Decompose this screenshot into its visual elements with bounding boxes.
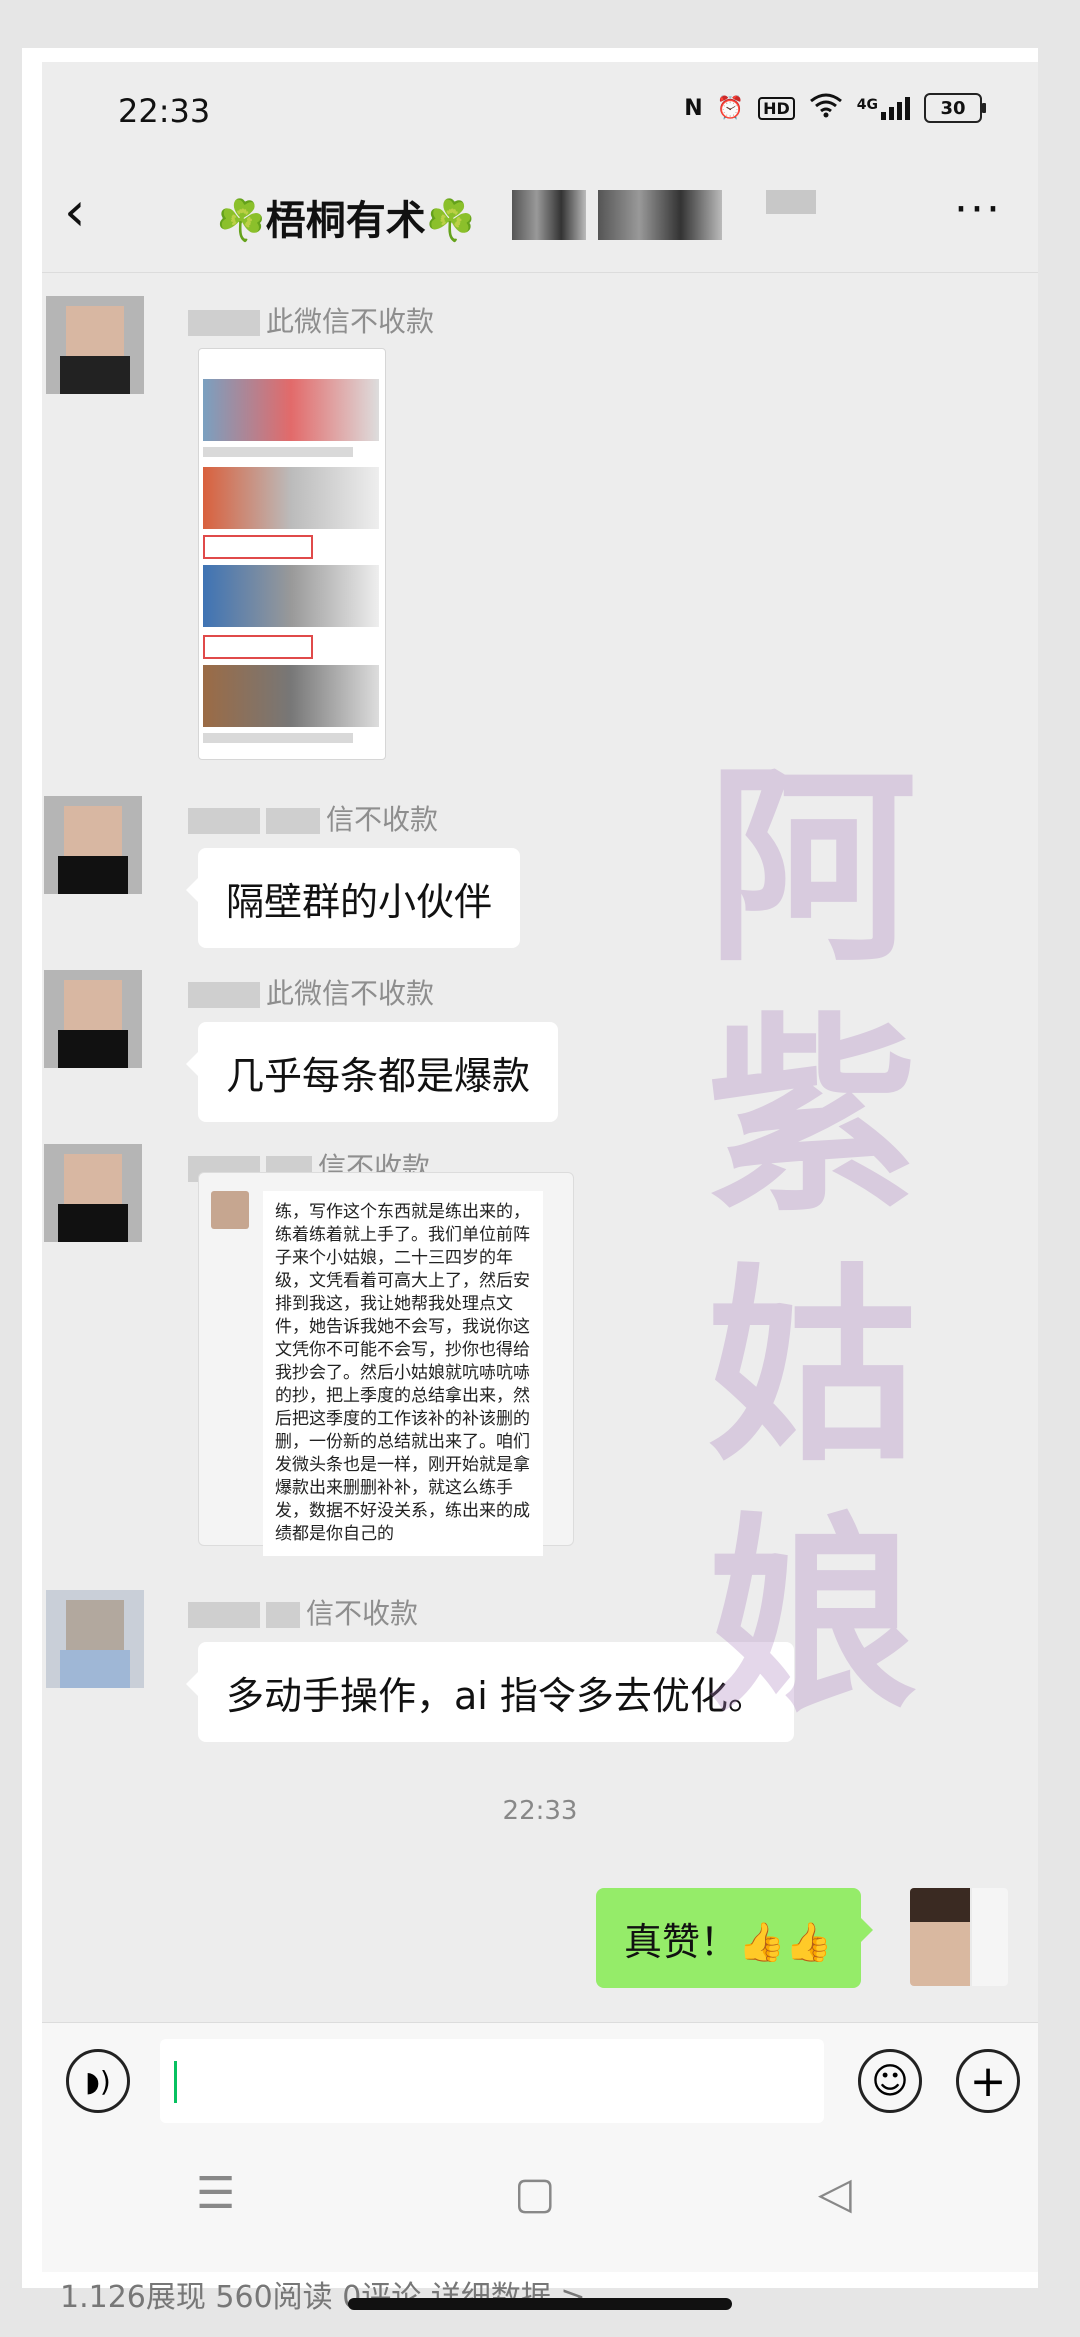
text-caret (174, 2061, 177, 2103)
status-bar: 22:33 N ⏰ HD 4G 30 (42, 62, 1038, 162)
my-avatar[interactable] (910, 1888, 1008, 1986)
my-text-message[interactable]: 真赞！👍👍 (596, 1888, 873, 1988)
cellular-signal-icon: 4G (856, 96, 910, 120)
quote-avatar (211, 1191, 249, 1229)
title-blurred-part (598, 190, 722, 240)
title-blurred-part (766, 190, 816, 214)
thumb-row (203, 379, 379, 441)
thumb-row (203, 665, 379, 727)
avatar[interactable] (44, 796, 142, 894)
text-message[interactable]: 几乎每条都是爆款 (185, 1022, 559, 1122)
watermark: 阿紫姑娘 (706, 743, 917, 1740)
avatar[interactable] (44, 1144, 142, 1242)
message-text: 隔壁群的小伙伴 (226, 879, 493, 924)
chat-title: ☘️梧桐有术☘️ (216, 198, 476, 244)
input-bar: ◗) ☺ + (42, 2022, 1038, 2139)
message-input[interactable] (160, 2039, 824, 2123)
avatar[interactable] (46, 1590, 144, 1688)
home-nav-button[interactable]: ▢ (514, 2168, 556, 2219)
sender-name: 此微信不收款 (188, 300, 434, 340)
sender-name: 信不收款 (188, 1592, 418, 1632)
menu-nav-button[interactable]: ☰ (196, 2168, 235, 2219)
status-icons: N ⏰ HD 4G 30 (684, 92, 986, 124)
avatar[interactable] (46, 296, 144, 394)
message-text: 真赞！👍👍 (624, 1919, 833, 1964)
battery-icon: 30 (924, 93, 986, 123)
more-icon: ··· (954, 184, 1002, 235)
smiley-icon: ☺ (871, 2060, 909, 2102)
hd-icon: HD (758, 96, 795, 120)
back-nav-button[interactable]: ◁ (818, 2168, 852, 2219)
chat-timestamp: 22:33 (502, 1796, 578, 1826)
more-options-button[interactable]: ··· (954, 184, 1002, 235)
voice-icon: ◗) (85, 2064, 111, 2098)
alarm-icon: ⏰ (716, 95, 745, 121)
message-text: 几乎每条都是爆款 (226, 1053, 531, 1098)
thumb-row (203, 467, 379, 529)
quote-text: 练，写作这个东西就是练出来的，练着练着就上手了。我们单位前阵子来个小姑娘，二十三… (263, 1191, 543, 1556)
sender-name: 信不收款 (188, 798, 438, 838)
back-button[interactable]: ‹ (64, 182, 124, 242)
quoted-screenshot-message[interactable]: 练，写作这个东西就是练出来的，练着练着就上手了。我们单位前阵子来个小姑娘，二十三… (198, 1172, 574, 1556)
back-chevron-icon: ‹ (64, 180, 86, 243)
status-time: 22:33 (118, 92, 211, 130)
image-message[interactable] (198, 348, 386, 760)
sender-name: 此微信不收款 (188, 972, 434, 1012)
text-message[interactable]: 隔壁群的小伙伴 (185, 848, 521, 948)
phone-screen: 22:33 N ⏰ HD 4G 30 ‹ ☘️梧桐有术☘️ ··· 此微信不收款… (42, 62, 1038, 2272)
avatar[interactable] (44, 970, 142, 1068)
plus-icon: + (969, 2055, 1007, 2107)
thumb-row (203, 565, 379, 627)
network-type-label: 4G (856, 96, 878, 113)
chat-header: ‹ ☘️梧桐有术☘️ ··· (42, 162, 1038, 273)
system-nav-bar: ☰ ▢ ◁ (42, 2138, 1038, 2272)
title-blurred-part (512, 190, 586, 240)
voice-input-button[interactable]: ◗) (66, 2049, 130, 2113)
more-functions-button[interactable]: + (956, 2049, 1020, 2113)
wifi-icon (809, 92, 843, 124)
home-indicator[interactable] (348, 2298, 732, 2310)
nfc-icon: N (684, 95, 703, 121)
emoji-button[interactable]: ☺ (858, 2049, 922, 2113)
battery-level: 30 (940, 97, 966, 119)
